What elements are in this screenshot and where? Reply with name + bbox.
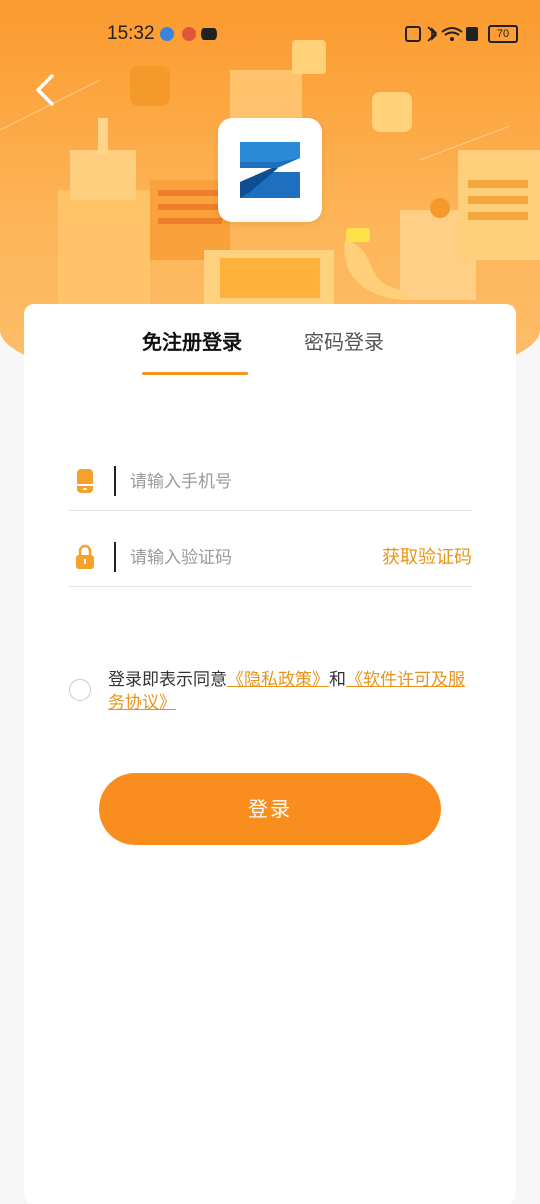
active-tab-indicator — [142, 372, 248, 375]
text-cursor — [114, 542, 116, 572]
agreement-and: 和 — [329, 670, 346, 690]
login-card: 免注册登录 密码登录 获取验证码 登录即表示同意《隐私政策》和《软件许可及服务协… — [24, 304, 516, 1204]
notification-icons — [158, 24, 220, 49]
phone-field-row — [68, 450, 472, 511]
agreement-prefix: 登录即表示同意 — [108, 670, 227, 690]
lock-icon — [74, 544, 96, 570]
app-logo — [218, 118, 322, 222]
tab-sms-login[interactable]: 免注册登录 — [142, 326, 242, 355]
chevron-left-icon — [36, 74, 54, 106]
tab-password-login[interactable]: 密码登录 — [304, 326, 384, 355]
z-app-logo-icon — [240, 142, 300, 198]
text-cursor — [114, 466, 116, 496]
agreement-checkbox[interactable] — [69, 679, 91, 701]
status-time: 15:32 — [107, 23, 155, 44]
get-code-button[interactable]: 获取验证码 — [382, 543, 472, 569]
agreement-text: 登录即表示同意《隐私政策》和《软件许可及服务协议》 — [108, 669, 478, 715]
phone-input[interactable] — [128, 466, 372, 498]
code-field-row: 获取验证码 — [68, 526, 472, 587]
back-button[interactable] — [30, 70, 64, 110]
login-button[interactable]: 登录 — [99, 773, 441, 845]
battery-icon: 70 — [488, 25, 518, 43]
verification-code-input[interactable] — [128, 542, 332, 574]
signal-wifi-icons — [405, 26, 478, 42]
privacy-policy-link[interactable]: 《隐私政策》 — [227, 670, 329, 690]
system-icons: 70 — [404, 24, 520, 44]
status-bar: 15:32 70 — [0, 0, 540, 68]
phone-icon — [74, 468, 96, 494]
